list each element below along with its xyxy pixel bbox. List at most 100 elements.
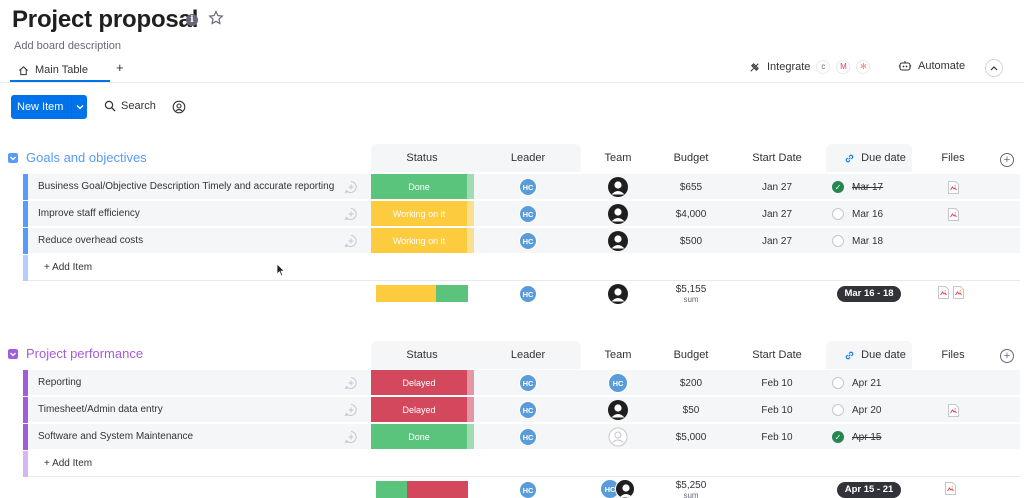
empty-person-icon[interactable] bbox=[608, 427, 628, 447]
add-update-icon[interactable] bbox=[344, 234, 358, 248]
team-cell[interactable]: HC bbox=[582, 370, 654, 396]
status-summary-delayed[interactable] bbox=[407, 481, 468, 498]
collapse-header-button[interactable] bbox=[985, 59, 1003, 77]
column-files[interactable]: Files bbox=[914, 144, 992, 172]
status-cell[interactable]: Working on it bbox=[371, 201, 467, 226]
file-icon[interactable] bbox=[945, 482, 956, 495]
item-name[interactable]: Software and System Maintenance bbox=[38, 424, 193, 450]
start-date-cell[interactable]: Jan 27 bbox=[728, 174, 826, 200]
leader-cell[interactable]: HC bbox=[476, 228, 580, 254]
files-cell[interactable] bbox=[914, 201, 992, 227]
status-cell[interactable]: Done bbox=[371, 424, 467, 449]
column-leader[interactable]: Leader bbox=[476, 144, 580, 172]
group-header[interactable]: Goals and objectives bbox=[8, 150, 147, 165]
add-update-icon[interactable] bbox=[344, 430, 358, 444]
file-icon[interactable] bbox=[938, 286, 949, 299]
add-column-button[interactable]: + bbox=[1000, 153, 1014, 167]
column-leader[interactable]: Leader bbox=[476, 341, 580, 369]
budget-cell[interactable]: $655 bbox=[654, 174, 728, 200]
add-column-button[interactable]: + bbox=[1000, 349, 1014, 363]
group-title[interactable]: Goals and objectives bbox=[26, 150, 147, 165]
star-icon[interactable] bbox=[208, 10, 224, 26]
budget-cell[interactable]: $200 bbox=[654, 370, 728, 396]
due-date-cell[interactable]: ✓ Apr 15 bbox=[826, 424, 912, 450]
due-date-cell[interactable]: Apr 21 bbox=[826, 370, 912, 396]
status-cell[interactable]: Delayed bbox=[371, 370, 467, 395]
files-summary[interactable] bbox=[945, 482, 956, 498]
file-icon[interactable] bbox=[953, 286, 964, 299]
column-due-date[interactable]: Due date bbox=[838, 341, 912, 369]
done-check-icon[interactable]: ✓ bbox=[832, 181, 844, 193]
status-summary-done[interactable] bbox=[436, 285, 468, 302]
column-status[interactable]: Status bbox=[371, 144, 473, 172]
person-filter-icon[interactable] bbox=[172, 100, 186, 114]
add-update-icon[interactable] bbox=[344, 403, 358, 417]
file-icon[interactable] bbox=[947, 207, 959, 221]
item-name[interactable]: Reporting bbox=[38, 370, 81, 396]
status-summary-done[interactable] bbox=[376, 481, 407, 498]
column-team[interactable]: Team bbox=[582, 144, 654, 172]
status-summary-working[interactable] bbox=[376, 285, 436, 302]
due-date-cell[interactable]: Mar 16 bbox=[826, 201, 912, 227]
add-update-icon[interactable] bbox=[344, 207, 358, 221]
group-title[interactable]: Project performance bbox=[26, 346, 143, 361]
automate-button[interactable]: Automate bbox=[898, 60, 965, 72]
leader-cell[interactable]: HC bbox=[476, 174, 580, 200]
start-date-cell[interactable]: Jan 27 bbox=[728, 201, 826, 227]
files-cell[interactable] bbox=[914, 370, 992, 396]
column-start-date[interactable]: Start Date bbox=[728, 144, 826, 172]
done-check-icon[interactable]: ✓ bbox=[832, 431, 844, 443]
column-start-date[interactable]: Start Date bbox=[728, 341, 826, 369]
start-date-cell[interactable]: Feb 10 bbox=[728, 424, 826, 450]
add-update-icon[interactable] bbox=[344, 180, 358, 194]
column-files[interactable]: Files bbox=[914, 341, 992, 369]
team-cell[interactable] bbox=[582, 228, 654, 254]
add-update-icon[interactable] bbox=[344, 376, 358, 390]
due-date-range[interactable]: Mar 16 - 18 bbox=[837, 286, 901, 302]
integrate-button[interactable]: Integrate c M ✻ bbox=[748, 60, 871, 74]
item-name[interactable]: Reduce overhead costs bbox=[38, 228, 143, 254]
files-cell[interactable] bbox=[914, 397, 992, 423]
leader-cell[interactable]: HC bbox=[476, 370, 580, 396]
group-collapse-icon[interactable] bbox=[8, 152, 18, 163]
start-date-cell[interactable]: Jan 27 bbox=[728, 228, 826, 254]
budget-cell[interactable]: $5,000 bbox=[654, 424, 728, 450]
files-cell[interactable] bbox=[914, 228, 992, 254]
status-cell[interactable]: Delayed bbox=[371, 397, 467, 422]
column-budget[interactable]: Budget bbox=[654, 144, 728, 172]
column-status[interactable]: Status bbox=[371, 341, 473, 369]
file-icon[interactable] bbox=[947, 180, 959, 194]
pending-check-icon[interactable] bbox=[832, 377, 844, 389]
due-date-range[interactable]: Apr 15 - 21 bbox=[837, 482, 901, 498]
info-icon[interactable]: i bbox=[186, 14, 198, 26]
pending-check-icon[interactable] bbox=[832, 235, 844, 247]
files-summary[interactable] bbox=[938, 286, 964, 299]
due-date-cell[interactable]: ✓ Mar 17 bbox=[826, 174, 912, 200]
files-cell[interactable] bbox=[914, 174, 992, 200]
leader-summary[interactable]: HC bbox=[476, 477, 580, 498]
budget-cell[interactable]: $500 bbox=[654, 228, 728, 254]
tab-main-table[interactable]: Main Table bbox=[10, 59, 96, 81]
column-budget[interactable]: Budget bbox=[654, 341, 728, 369]
leader-cell[interactable]: HC bbox=[476, 397, 580, 423]
status-cell[interactable]: Done bbox=[371, 174, 467, 199]
files-cell[interactable] bbox=[914, 424, 992, 450]
board-description[interactable]: Add board description bbox=[14, 40, 121, 52]
group-header[interactable]: Project performance bbox=[8, 346, 143, 361]
team-summary[interactable] bbox=[582, 281, 654, 307]
team-cell[interactable] bbox=[582, 201, 654, 227]
due-date-cell[interactable]: Mar 18 bbox=[826, 228, 912, 254]
item-name[interactable]: Business Goal/Objective Description Time… bbox=[38, 174, 334, 200]
status-cell[interactable]: Working on it bbox=[371, 228, 467, 253]
new-item-button[interactable]: New Item bbox=[11, 95, 87, 119]
chevron-down-icon[interactable] bbox=[71, 95, 87, 119]
item-name[interactable]: Timesheet/Admin data entry bbox=[38, 397, 163, 423]
budget-cell[interactable]: $4,000 bbox=[654, 201, 728, 227]
search-button[interactable]: Search bbox=[104, 100, 156, 112]
pending-check-icon[interactable] bbox=[832, 208, 844, 220]
team-cell[interactable] bbox=[582, 174, 654, 200]
start-date-cell[interactable]: Feb 10 bbox=[728, 370, 826, 396]
budget-cell[interactable]: $50 bbox=[654, 397, 728, 423]
pending-check-icon[interactable] bbox=[832, 404, 844, 416]
board-title[interactable]: Project proposal bbox=[12, 6, 198, 34]
